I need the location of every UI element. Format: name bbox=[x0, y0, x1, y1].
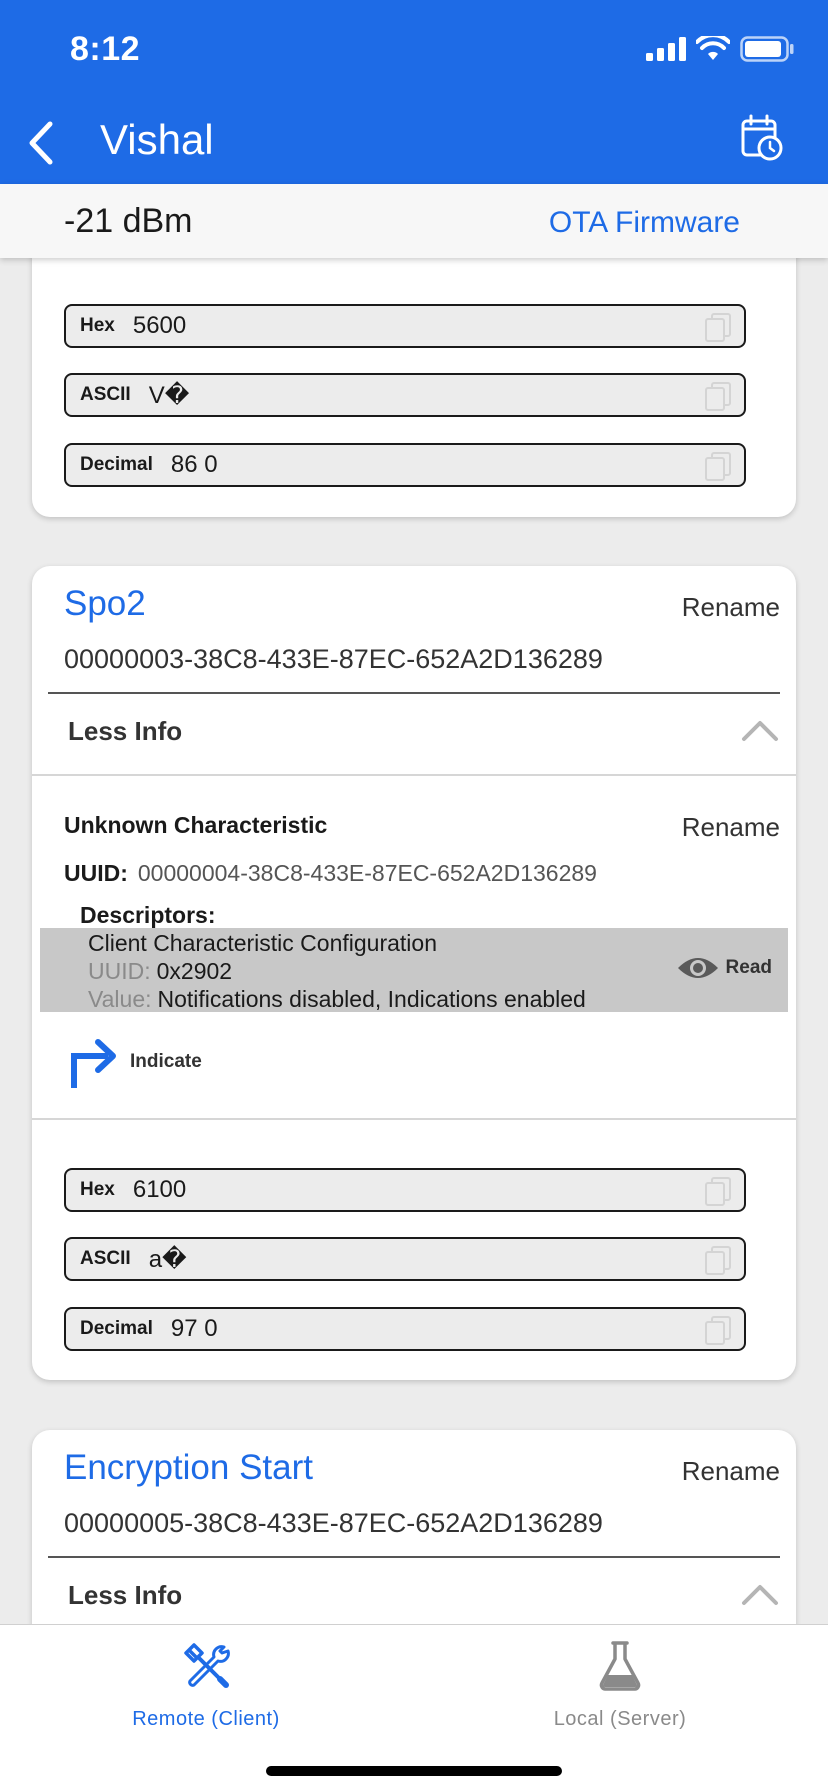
chevron-up-icon[interactable] bbox=[740, 718, 780, 742]
service-title: Spo2 bbox=[64, 584, 146, 623]
characteristic-name: Unknown Characteristic bbox=[64, 812, 328, 838]
service-card-spo2: Spo2 Rename 00000003-38C8-433E-87EC-652A… bbox=[32, 566, 796, 1380]
rename-service-button[interactable]: Rename bbox=[682, 1456, 780, 1487]
signal-icon bbox=[646, 37, 686, 61]
tools-icon bbox=[184, 1643, 230, 1688]
decimal-value: 86 0 bbox=[170, 451, 218, 478]
ota-firmware-button[interactable]: OTA Firmware bbox=[549, 206, 740, 240]
ascii-label: ASCII bbox=[80, 384, 131, 405]
connection-bar: -21 dBm OTA Firmware bbox=[0, 184, 828, 258]
rename-service-button[interactable]: Rename bbox=[682, 592, 780, 623]
home-indicator bbox=[266, 1766, 562, 1776]
descriptor-uuid-label: UUID: bbox=[88, 958, 151, 984]
copy-icon[interactable] bbox=[704, 1245, 732, 1275]
service-uuid: 00000005-38C8-433E-87EC-652A2D136289 bbox=[64, 1508, 603, 1538]
hex-label: Hex bbox=[80, 1179, 115, 1200]
service-title: Encryption Start bbox=[64, 1448, 313, 1487]
copy-icon[interactable] bbox=[704, 451, 732, 481]
descriptor-uuid-value: 0x2902 bbox=[156, 958, 233, 984]
copy-icon[interactable] bbox=[704, 1315, 732, 1345]
ascii-label: ASCII bbox=[80, 1248, 131, 1269]
tab-label: Local (Server) bbox=[553, 1708, 687, 1730]
back-chevron-icon[interactable] bbox=[22, 116, 62, 170]
divider bbox=[48, 692, 780, 694]
tab-label: Remote (Client) bbox=[132, 1708, 280, 1730]
rename-characteristic-button[interactable]: Rename bbox=[682, 812, 780, 843]
ascii-field[interactable]: ASCII V� bbox=[64, 373, 746, 417]
decimal-field[interactable]: Decimal 86 0 bbox=[64, 443, 746, 487]
indicate-arrow-icon bbox=[71, 1039, 116, 1088]
copy-icon[interactable] bbox=[704, 312, 732, 342]
hex-label: Hex bbox=[80, 315, 115, 336]
tab-remote-client[interactable]: Remote (Client) bbox=[56, 1639, 356, 1731]
device-title: Vishal bbox=[100, 116, 214, 163]
decimal-label: Decimal bbox=[80, 454, 153, 475]
rssi-value: -21 dBm bbox=[64, 202, 193, 240]
descriptor-value-text: Notifications disabled, Indications enab… bbox=[157, 986, 586, 1012]
eye-icon bbox=[677, 958, 718, 978]
tab-local-server[interactable]: Local (Server) bbox=[470, 1639, 770, 1731]
indicate-label: Indicate bbox=[130, 1051, 202, 1072]
less-info-toggle[interactable]: Less Info bbox=[68, 716, 182, 747]
indicate-button[interactable]: Indicate bbox=[68, 1034, 202, 1090]
hex-field[interactable]: Hex 5600 bbox=[64, 304, 746, 348]
service-uuid: 00000003-38C8-433E-87EC-652A2D136289 bbox=[64, 644, 603, 674]
flask-icon bbox=[599, 1641, 641, 1691]
app-header: 8:12 Vishal bbox=[0, 0, 828, 184]
battery-icon bbox=[740, 36, 794, 62]
hex-field[interactable]: Hex 6100 bbox=[64, 1168, 746, 1212]
descriptor-value: Value: Notifications disabled, Indication… bbox=[88, 986, 586, 1013]
characteristic-uuid: UUID: 00000004-38C8-433E-87EC-652A2D13628… bbox=[64, 860, 597, 887]
ascii-value: V� bbox=[148, 381, 190, 409]
chevron-up-icon[interactable] bbox=[740, 1582, 780, 1606]
uuid-label: UUID: bbox=[64, 860, 128, 886]
decimal-field[interactable]: Decimal 97 0 bbox=[64, 1307, 746, 1351]
ascii-field[interactable]: ASCII a� bbox=[64, 1237, 746, 1281]
descriptor-value-label: Value: bbox=[88, 986, 152, 1012]
hex-value: 5600 bbox=[132, 312, 187, 339]
divider bbox=[32, 774, 796, 776]
copy-icon[interactable] bbox=[704, 1176, 732, 1206]
wifi-icon bbox=[696, 36, 730, 60]
copy-icon[interactable] bbox=[704, 381, 732, 411]
status-time: 8:12 bbox=[70, 30, 141, 68]
descriptor-row: Client Characteristic Configuration UUID… bbox=[40, 928, 788, 1012]
status-icons bbox=[646, 36, 794, 62]
read-label: Read bbox=[725, 957, 772, 978]
descriptors-label: Descriptors: bbox=[80, 902, 216, 928]
calendar-clock-icon[interactable] bbox=[740, 114, 784, 162]
descriptor-uuid: UUID: 0x2902 bbox=[88, 958, 232, 985]
hex-value: 6100 bbox=[132, 1176, 187, 1203]
uuid-value: 00000004-38C8-433E-87EC-652A2D136289 bbox=[137, 860, 597, 886]
decimal-label: Decimal bbox=[80, 1318, 153, 1339]
ascii-value: a� bbox=[148, 1245, 187, 1273]
divider bbox=[32, 1118, 796, 1120]
less-info-toggle[interactable]: Less Info bbox=[68, 1580, 182, 1611]
read-descriptor-button[interactable]: Read bbox=[676, 954, 772, 982]
decimal-value: 97 0 bbox=[170, 1315, 218, 1342]
divider bbox=[48, 1556, 780, 1558]
descriptor-name: Client Characteristic Configuration bbox=[88, 930, 437, 956]
